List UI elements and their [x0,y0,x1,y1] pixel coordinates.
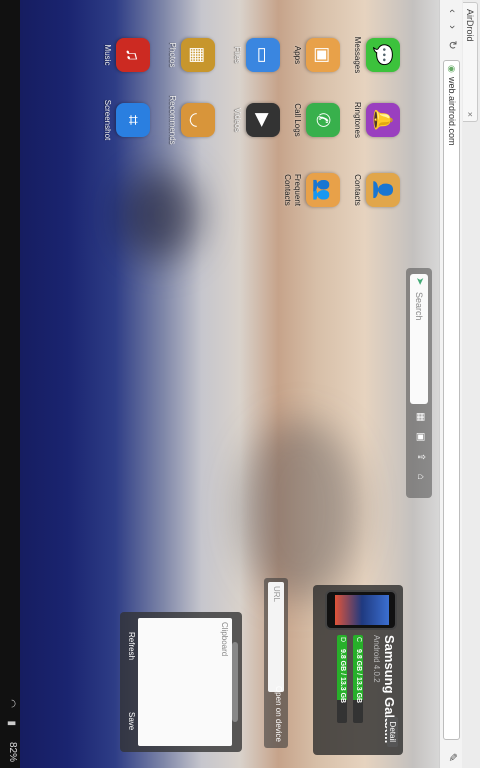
nav-row: ‹ › ↻ ◉ web.airdroid.com ✎ [440,0,462,768]
storage-key: D [339,637,346,643]
reload-icon[interactable]: ↻ [445,38,459,52]
storage-key: C [355,637,362,643]
rotated-canvas: AirDroid × ‹ › ↻ ◉ web.airdroid.com ✎ 💬 … [0,0,480,768]
app-photos[interactable]: ▦ Photos [167,25,215,85]
app-label: Messages [353,36,362,74]
app-label: Videos [233,107,242,133]
toolbar: ➤ Search ▦ ▣ ⇪ ⌂ [406,268,432,498]
screen: AirDroid × ‹ › ↻ ◉ web.airdroid.com ✎ 💬 … [0,0,480,768]
messages-icon: 💬 [366,38,400,72]
tab-title: AirDroid [465,9,475,42]
app-label: Ringtones [353,101,362,139]
app-ringtones[interactable]: 🔔 Ringtones [352,90,400,150]
search-input[interactable]: ➤ Search [410,274,428,404]
contacts-icon: 👤 [366,173,400,207]
signal-icon: ▮ [6,720,17,726]
recommends-icon: ◡ [181,103,215,137]
storage-bar-c: C 9.8 GB / 13.3 GB [353,635,363,723]
storage-text: 9.8 GB / 13.3 GB [339,649,346,704]
app-videos[interactable]: ▶ Videos [232,90,280,150]
url-text: web.airdroid.com [447,77,457,146]
app-messages[interactable]: 💬 Messages [352,25,400,85]
app-recommends[interactable]: ◡ Recommends [167,90,215,150]
back-icon[interactable]: ‹ [445,4,459,18]
videos-icon: ▶ [246,103,280,137]
open-on-device-button[interactable]: Open on device [274,686,283,742]
clipboard-textarea[interactable]: Clipboard [138,618,232,746]
storage-text: 9.8 GB / 13.3 GB [355,649,362,704]
url-input[interactable]: URL [268,582,284,692]
storage-bar-d: D 9.8 GB / 13.3 GB [337,635,347,723]
device-card: Samsung Galax... Android 4.0.2 C 9.8 GB … [313,585,403,755]
wifi-icon: ◠ [6,699,17,708]
app-music[interactable]: ♫ Music [102,25,150,85]
wallpaper-blob [120,170,200,260]
detail-button[interactable]: Detail [387,716,398,747]
app-files[interactable]: ▭ Files [232,25,280,85]
phone-image [325,590,397,630]
app-label: Files [233,46,242,64]
files-icon: ▭ [246,38,280,72]
app-label: Contacts [353,174,362,206]
forward-icon[interactable]: › [445,20,459,34]
wrench-icon[interactable]: ✎ [446,753,459,762]
status-bar: ◠ ▮ 82% [0,0,20,768]
clipboard-panel: Clipboard Refresh Save [120,612,242,752]
search-icon: ➤ [414,277,425,286]
page-icon: ◉ [447,65,457,73]
app-label: Screenshot [103,99,112,141]
close-tab-icon[interactable]: × [462,112,477,117]
url-panel: URL Open on device [264,578,288,748]
battery-level: 82% [7,741,18,762]
call-logs-icon: ✆ [306,103,340,137]
drag-handle[interactable] [232,642,238,722]
wallpaper-blob [240,420,360,600]
app-label: Music [103,44,112,66]
browser-tab[interactable]: AirDroid × [463,2,478,122]
refresh-button[interactable]: Refresh [127,632,136,660]
search-placeholder: Search [414,292,424,321]
grid-view-icon[interactable]: ▦ [413,410,427,424]
app-apps[interactable]: ▣ Apps [292,25,340,85]
browser-chrome: AirDroid × ‹ › ↻ ◉ web.airdroid.com ✎ [439,0,480,768]
app-contacts[interactable]: 👤 Contacts [352,160,400,220]
clipboard-title: Clipboard [220,622,229,657]
save-button[interactable]: Save [127,712,136,730]
app-screenshot[interactable]: ⌗ Screenshot [102,90,150,150]
app-label: Photos [168,42,177,68]
ringtones-icon: 🔔 [366,103,400,137]
music-icon: ♫ [116,38,150,72]
screenshot-icon: ⌗ [116,103,150,137]
app-label: Frequent Contacts [283,173,302,207]
frequent-contacts-icon: 👥 [306,173,340,207]
photos-icon: ▦ [181,38,215,72]
app-frequent-contacts[interactable]: 👥 Frequent Contacts [282,160,340,220]
device-os: Android 4.0.2 [372,635,381,683]
app-call-logs[interactable]: ✆ Call Logs [292,90,340,150]
url-bar[interactable]: ◉ web.airdroid.com [443,60,460,740]
home-icon[interactable]: ⌂ [413,470,427,484]
app-label: Apps [293,45,302,65]
app-label: Call Logs [293,103,302,137]
image-icon[interactable]: ▣ [413,430,427,444]
upload-icon[interactable]: ⇪ [413,450,427,464]
apps-icon: ▣ [306,38,340,72]
app-label: Recommends [168,95,177,145]
